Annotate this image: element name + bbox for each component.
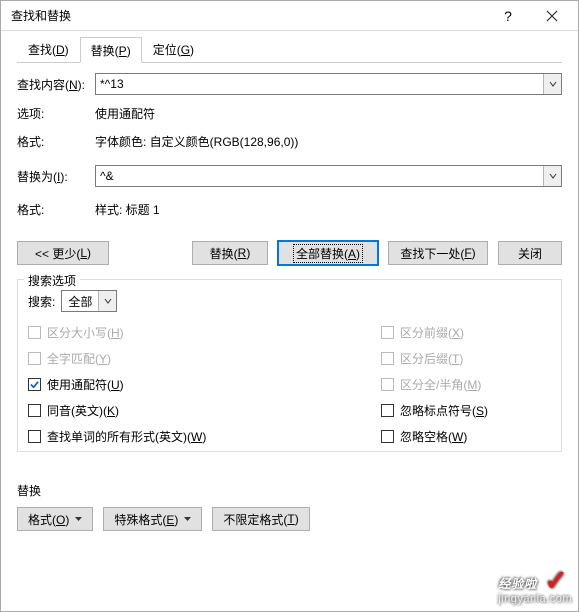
checkbox-option: 区分全/半角(M) <box>381 376 551 393</box>
search-options-legend: 搜索选项 <box>24 272 80 289</box>
tab-replace[interactable]: 替换(P) <box>80 37 142 63</box>
replace-format-row: 格式: 样式: 标题 1 <box>17 197 562 219</box>
find-format-label: 格式: <box>17 131 95 150</box>
close-icon <box>546 10 558 22</box>
checkbox-label: 同音(英文)(K) <box>47 402 119 419</box>
replace-button[interactable]: 替换(R) <box>192 241 268 265</box>
special-format-button[interactable]: 特殊格式(E) <box>103 507 202 531</box>
find-what-label: 查找内容(N): <box>17 76 95 93</box>
replace-all-button[interactable]: 全部替换(A) <box>278 241 378 265</box>
chevron-down-icon <box>549 172 557 180</box>
replace-with-row: 替换为(I): <box>17 165 562 187</box>
replace-section-label: 替换 <box>17 482 562 499</box>
checkbox-option[interactable]: 查找单词的所有形式(英文)(W) <box>28 428 381 445</box>
checkbox-option: 区分后缀(T) <box>381 350 551 367</box>
window-title: 查找和替换 <box>11 7 486 24</box>
chevron-down-icon <box>104 297 112 305</box>
checkbox-label: 区分前缀(X) <box>400 324 464 341</box>
checkbox-option[interactable]: 忽略空格(W) <box>381 428 551 445</box>
checkbox-option[interactable]: 使用通配符(U) <box>28 376 381 393</box>
checkbox-box <box>28 378 41 391</box>
search-options-group: 搜索选项 搜索: 全部 区分大小写(H)全字匹配(Y)使用通配符(U)同音(英文… <box>17 279 562 452</box>
less-button[interactable]: << 更少(L) <box>17 241 109 265</box>
checkbox-option: 区分大小写(H) <box>28 324 381 341</box>
checkbox-left-column: 区分大小写(H) 全字匹配(Y) 使用通配符(U) 同音(英文)(K) 查找单词的所有形… <box>28 324 381 445</box>
checkbox-label: 区分后缀(T) <box>400 350 463 367</box>
checkbox-box <box>28 352 41 365</box>
checkbox-label: 使用通配符(U) <box>47 376 124 393</box>
watermark: 经验啦 ✓ jingyanla.com <box>498 562 572 605</box>
search-direction-row: 搜索: 全部 <box>28 290 551 312</box>
options-label: 选项: <box>17 103 95 122</box>
checkbox-option[interactable]: 同音(英文)(K) <box>28 402 381 419</box>
check-tick-icon <box>30 380 39 389</box>
search-direction-label: 搜索: <box>28 293 55 310</box>
find-next-button[interactable]: 查找下一处(F) <box>388 241 488 265</box>
checkbox-option[interactable]: 忽略标点符号(S) <box>381 402 551 419</box>
replace-section-buttons: 格式(O) 特殊格式(E) 不限定格式(T) <box>17 507 562 531</box>
find-what-input[interactable] <box>96 74 543 94</box>
checkbox-label: 全字匹配(Y) <box>47 350 111 367</box>
triangle-down-icon <box>184 517 191 521</box>
triangle-down-icon <box>75 517 82 521</box>
checkbox-box <box>381 404 394 417</box>
search-direction-dropdown-button[interactable] <box>98 291 116 311</box>
find-what-row: 查找内容(N): <box>17 73 562 95</box>
tab-find[interactable]: 查找(D) <box>17 36 80 62</box>
find-format-value: 字体颜色: 自定义颜色(RGB(128,96,0)) <box>95 131 562 150</box>
client-area: 查找(D) 替换(P) 定位(G) 查找内容(N): 选项: 使用通配符 <box>1 31 578 531</box>
replace-format-label: 格式: <box>17 199 95 218</box>
checkbox-label: 区分大小写(H) <box>47 324 124 341</box>
find-format-row: 格式: 字体颜色: 自定义颜色(RGB(128,96,0)) <box>17 129 562 151</box>
checkbox-box <box>28 326 41 339</box>
search-direction-value: 全部 <box>62 293 98 310</box>
checkbox-columns: 区分大小写(H) 全字匹配(Y) 使用通配符(U) 同音(英文)(K) 查找单词的所有形… <box>28 324 551 445</box>
replace-with-label: 替换为(I): <box>17 168 95 185</box>
checkbox-box <box>381 378 394 391</box>
find-what-dropdown-button[interactable] <box>543 74 561 94</box>
help-icon: ? <box>504 8 512 24</box>
tab-goto[interactable]: 定位(G) <box>142 36 205 62</box>
action-button-row: << 更少(L) 替换(R) 全部替换(A) 查找下一处(F) 关闭 <box>17 241 562 265</box>
close-button[interactable] <box>530 2 574 30</box>
checkbox-box <box>381 326 394 339</box>
checkbox-option: 全字匹配(Y) <box>28 350 381 367</box>
checkbox-box <box>381 430 394 443</box>
checkbox-box <box>28 430 41 443</box>
checkbox-right-column: 区分前缀(X) 区分后缀(T) 区分全/半角(M) 忽略标点符号(S) 忽略空格(W) <box>381 324 551 445</box>
checkbox-label: 区分全/半角(M) <box>400 376 481 393</box>
options-value: 使用通配符 <box>95 103 562 122</box>
format-button[interactable]: 格式(O) <box>17 507 93 531</box>
replace-with-input[interactable] <box>96 166 543 186</box>
replace-with-dropdown-button[interactable] <box>543 166 561 186</box>
checkbox-label: 忽略标点符号(S) <box>400 402 488 419</box>
checkbox-label: 忽略空格(W) <box>400 428 467 445</box>
replace-format-value: 样式: 标题 1 <box>95 199 562 218</box>
tab-bar: 查找(D) 替换(P) 定位(G) <box>17 39 562 63</box>
find-what-combo <box>95 73 562 95</box>
no-formatting-button[interactable]: 不限定格式(T) <box>212 507 309 531</box>
checkbox-option: 区分前缀(X) <box>381 324 551 341</box>
checkbox-box <box>28 404 41 417</box>
chevron-down-icon <box>549 80 557 88</box>
help-button[interactable]: ? <box>486 2 530 30</box>
checkmark-icon: ✓ <box>544 565 568 596</box>
search-direction-select[interactable]: 全部 <box>61 290 117 312</box>
checkbox-box <box>381 352 394 365</box>
dialog-window: 查找和替换 ? 查找(D) 替换(P) 定位(G) 查找内容(N): <box>0 0 579 612</box>
checkbox-label: 查找单词的所有形式(英文)(W) <box>47 428 206 445</box>
options-row: 选项: 使用通配符 <box>17 101 562 123</box>
title-bar: 查找和替换 ? <box>1 1 578 31</box>
replace-with-combo <box>95 165 562 187</box>
close-button-bottom[interactable]: 关闭 <box>498 241 562 265</box>
